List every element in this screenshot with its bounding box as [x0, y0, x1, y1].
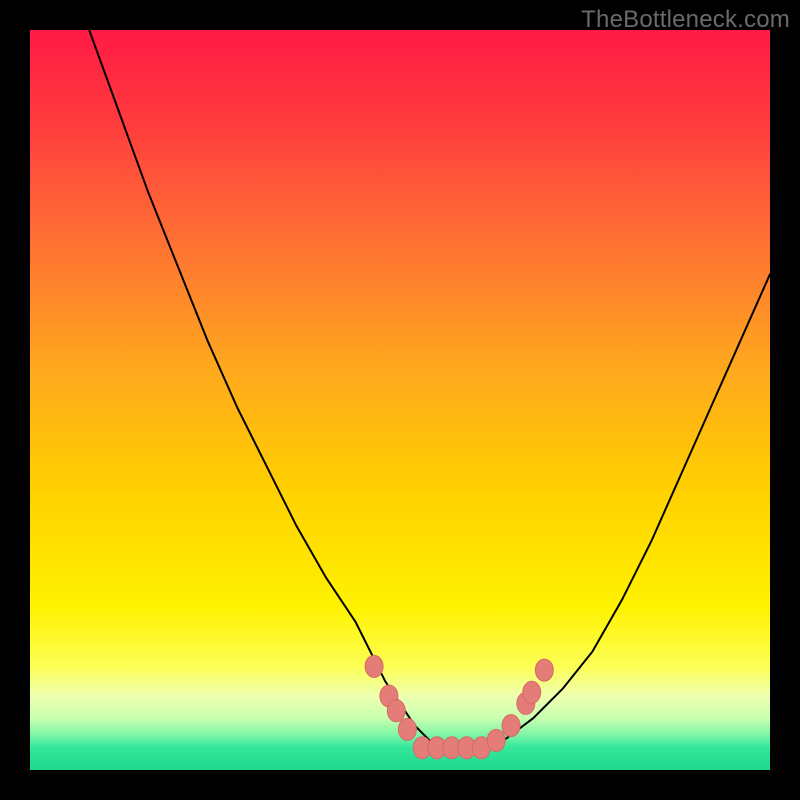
data-marker [398, 718, 416, 740]
data-marker [487, 729, 505, 751]
data-marker [535, 659, 553, 681]
data-marker [523, 681, 541, 703]
curve-layer [30, 30, 770, 770]
data-marker [387, 700, 405, 722]
plot-area [30, 30, 770, 770]
chart-frame: TheBottleneck.com [0, 0, 800, 800]
bottleneck-curve [89, 30, 770, 748]
data-marker [365, 655, 383, 677]
watermark-text: TheBottleneck.com [581, 6, 790, 34]
data-marker [502, 715, 520, 737]
